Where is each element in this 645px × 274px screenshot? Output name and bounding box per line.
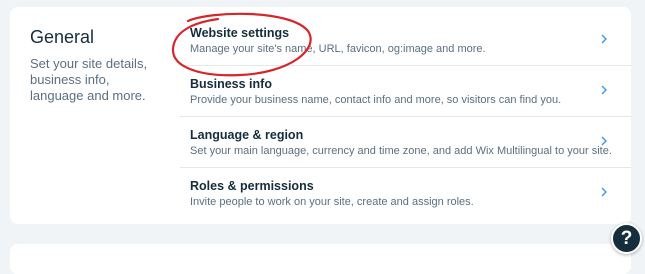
settings-row-language-region[interactable]: Language & region Set your main language…: [180, 117, 631, 168]
settings-row-roles-permissions[interactable]: Roles & permissions Invite people to wor…: [180, 168, 631, 218]
settings-row-business-info[interactable]: Business info Provide your business name…: [180, 66, 631, 117]
chevron-right-icon: [601, 34, 607, 44]
section-description: Set your site details, business info, la…: [30, 56, 148, 103]
row-title: Language & region: [190, 128, 304, 142]
chevron-right-icon: [601, 136, 607, 146]
general-settings-card: General Set your site details, business …: [10, 7, 631, 224]
help-button[interactable]: ?: [611, 223, 642, 254]
settings-row-website-settings[interactable]: Website settings Manage your site's name…: [180, 15, 631, 66]
section-title: General: [30, 27, 95, 47]
row-title: Business info: [190, 77, 272, 91]
next-settings-card: [10, 244, 631, 274]
row-title: Roles & permissions: [190, 179, 314, 193]
row-description: Provide your business name, contact info…: [190, 94, 562, 106]
row-title: Website settings: [190, 26, 290, 40]
row-description: Set your main language, currency and tim…: [190, 145, 612, 157]
row-description: Manage your site's name, URL, favicon, o…: [190, 43, 486, 55]
chevron-right-icon: [601, 85, 607, 95]
chevron-right-icon: [601, 187, 607, 197]
row-description: Invite people to work on your site, crea…: [190, 196, 474, 208]
